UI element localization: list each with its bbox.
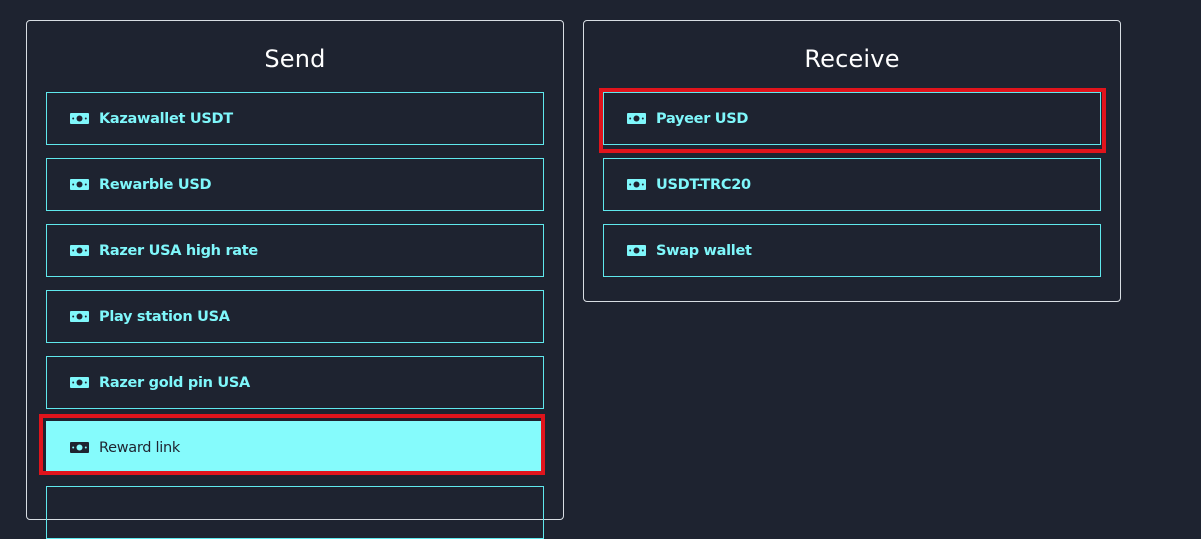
send-option-next[interactable] bbox=[46, 486, 544, 539]
option-label: Razer gold pin USA bbox=[99, 374, 250, 391]
receive-option-swap-wallet[interactable]: Swap wallet bbox=[603, 224, 1101, 277]
money-bill-icon bbox=[70, 113, 89, 124]
money-bill-icon bbox=[70, 377, 89, 388]
option-label: Swap wallet bbox=[656, 242, 752, 259]
send-option-razer-usa-high-rate[interactable]: Razer USA high rate bbox=[46, 224, 544, 277]
send-option-razer-gold-pin-usa[interactable]: Razer gold pin USA bbox=[46, 356, 544, 409]
option-label: Payeer USD bbox=[656, 110, 749, 127]
receive-option-usdt-trc20[interactable]: USDT-TRC20 bbox=[603, 158, 1101, 211]
option-label: Razer USA high rate bbox=[99, 242, 258, 259]
money-bill-icon bbox=[70, 179, 89, 190]
send-panel: Send Kazawallet USDT Rewarble USD Razer … bbox=[26, 20, 564, 539]
money-bill-icon bbox=[627, 179, 646, 190]
money-bill-icon bbox=[70, 442, 89, 453]
receive-panel: Receive Payeer USD USDT-TRC20 Swap walle… bbox=[583, 20, 1121, 302]
send-option-play-station-usa[interactable]: Play station USA bbox=[46, 290, 544, 343]
money-bill-icon bbox=[627, 113, 646, 124]
option-label: Rewarble USD bbox=[99, 176, 212, 193]
send-option-kazawallet-usdt[interactable]: Kazawallet USDT bbox=[46, 92, 544, 145]
option-label: Reward link bbox=[99, 439, 180, 456]
receive-option-payeer-usd[interactable]: Payeer USD bbox=[603, 92, 1101, 145]
option-label: Play station USA bbox=[99, 308, 230, 325]
money-bill-icon bbox=[627, 245, 646, 256]
option-label: Kazawallet USDT bbox=[99, 110, 233, 127]
send-title: Send bbox=[264, 45, 326, 73]
send-option-reward-link[interactable]: Reward link bbox=[46, 421, 544, 474]
receive-title: Receive bbox=[804, 45, 900, 73]
money-bill-icon bbox=[70, 245, 89, 256]
option-label: USDT-TRC20 bbox=[656, 176, 751, 193]
money-bill-icon bbox=[70, 311, 89, 322]
send-option-rewarble-usd[interactable]: Rewarble USD bbox=[46, 158, 544, 211]
